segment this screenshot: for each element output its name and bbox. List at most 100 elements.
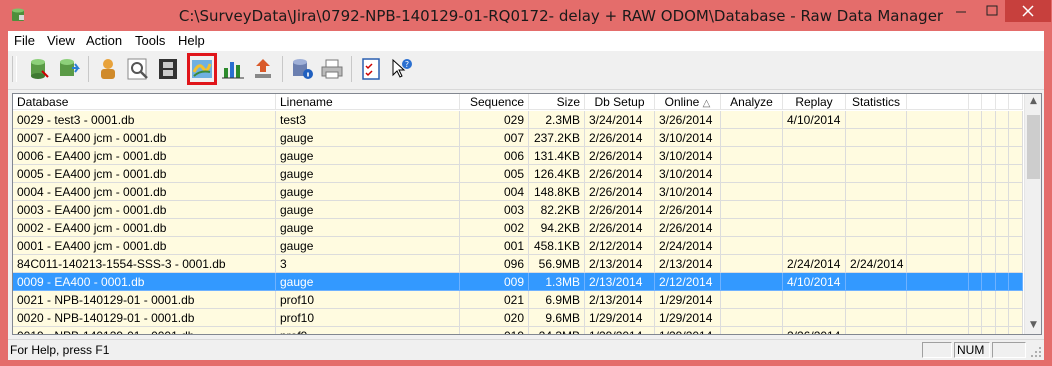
cell-sequence: 009 — [460, 273, 529, 291]
cell-statistics — [846, 147, 907, 165]
cell-blank — [996, 219, 1009, 237]
cell-blank — [907, 309, 969, 327]
cell-blank — [969, 147, 982, 165]
num-lock-indicator: NUM — [954, 342, 990, 358]
printer-icon[interactable] — [319, 56, 345, 82]
column-header-sequence[interactable]: Sequence — [460, 94, 529, 110]
scroll-thumb[interactable] — [1027, 115, 1040, 179]
cell-db-setup: 2/26/2014 — [585, 219, 655, 237]
cell-blank — [982, 111, 996, 129]
cell-analyze — [721, 147, 783, 165]
column-header-statistics[interactable]: Statistics — [846, 94, 907, 110]
cell-blank — [982, 165, 996, 183]
cell-db-setup: 2/26/2014 — [585, 183, 655, 201]
column-header-database[interactable]: Database — [13, 94, 276, 110]
table-row[interactable]: 0019 - NPB-140129-01 - 0001.dbprof901924… — [13, 327, 1023, 334]
toolbar-grip[interactable] — [12, 56, 17, 82]
cell-linename: gauge — [276, 219, 460, 237]
cell-blank — [969, 219, 982, 237]
cell-blank — [969, 183, 982, 201]
cell-blank — [907, 201, 969, 219]
column-header-blank[interactable] — [1009, 94, 1023, 110]
table-row[interactable]: 84C011-140213-1554-SSS-3 - 0001.db 3 096 56… — [13, 255, 1023, 273]
column-header-blank[interactable] — [969, 94, 982, 110]
cell-database: 0004 - EA400 jcm - 0001.db — [13, 183, 276, 201]
minimize-button[interactable] — [943, 0, 979, 22]
column-header-size[interactable]: Size — [529, 94, 585, 110]
status-text: For Help, press F1 — [10, 343, 110, 357]
cell-statistics — [846, 237, 907, 255]
cell-database: 0005 - EA400 jcm - 0001.db — [13, 165, 276, 183]
column-header-blank[interactable] — [996, 94, 1009, 110]
table-row[interactable]: 0003 - EA400 jcm - 0001.db gauge 003 82.2KB… — [13, 201, 1023, 219]
column-header-linename[interactable]: Linename — [276, 94, 460, 110]
cell-size: 126.4KB — [529, 165, 585, 183]
scroll-down-icon[interactable]: ▼ — [1029, 321, 1038, 330]
cell-database: 0001 - EA400 jcm - 0001.db — [13, 237, 276, 255]
cell-blank — [907, 129, 969, 147]
column-header-online[interactable]: Online △ — [655, 94, 721, 110]
cell-size: 131.4KB — [529, 147, 585, 165]
column-header-db-setup[interactable]: Db Setup — [585, 94, 655, 110]
cell-linename: prof10 — [276, 309, 460, 327]
bar-chart-icon[interactable] — [220, 56, 246, 82]
column-header-analyze[interactable]: Analyze — [721, 94, 783, 110]
cell-blank — [1009, 237, 1023, 255]
table-row[interactable]: 0005 - EA400 jcm - 0001.db gauge 005 126.4K… — [13, 165, 1023, 183]
cell-sequence: 006 — [460, 147, 529, 165]
film-icon[interactable] — [155, 56, 181, 82]
table-row[interactable]: 0020 - NPB-140129-01 - 0001.db prof10 020 9… — [13, 309, 1023, 327]
column-header-blank[interactable] — [982, 94, 996, 110]
cell-blank — [1009, 219, 1023, 237]
pointer-help-icon[interactable]: ? — [388, 56, 414, 82]
person-icon[interactable] — [95, 56, 121, 82]
database-green-icon[interactable] — [26, 56, 52, 82]
scroll-up-icon[interactable]: ▲ — [1029, 97, 1038, 106]
cell-sequence: 001 — [460, 237, 529, 255]
database-grid[interactable]: Database Linename Sequence Size Db Setup… — [12, 93, 1042, 335]
menu-tools[interactable]: Tools — [135, 33, 165, 48]
cell-blank — [996, 201, 1009, 219]
cell-size: 237.2KB — [529, 129, 585, 147]
menu-view[interactable]: View — [47, 33, 75, 48]
table-row[interactable]: 0006 - EA400 jcm - 0001.db gauge 006 131.4K… — [13, 147, 1023, 165]
cell-size: 24.3MB — [529, 327, 585, 334]
title-bar[interactable]: C:\SurveyData\Jira\0792-NPB-140129-01-RQ… — [0, 0, 1052, 32]
cell-blank — [982, 147, 996, 165]
table-row[interactable]: 0021 - NPB-140129-01 - 0001.db prof10 021 6… — [13, 291, 1023, 309]
menu-file[interactable]: File — [14, 33, 35, 48]
database-info-icon[interactable] — [289, 56, 315, 82]
cell-blank — [969, 291, 982, 309]
cell-online: 2/12/2014 — [655, 273, 721, 291]
toolbar-separator — [351, 56, 352, 82]
table-row[interactable]: 0001 - EA400 jcm - 0001.db gauge 001 458.1K… — [13, 237, 1023, 255]
table-row[interactable]: 0004 - EA400 jcm - 0001.db gauge 004 148.8K… — [13, 183, 1023, 201]
cell-blank — [907, 219, 969, 237]
cell-online: 3/10/2014 — [655, 147, 721, 165]
stack-arrow-icon[interactable] — [250, 56, 276, 82]
menu-help[interactable]: Help — [178, 33, 205, 48]
cell-blank — [969, 129, 982, 147]
cell-size: 458.1KB — [529, 237, 585, 255]
database-arrow-icon[interactable] — [56, 56, 82, 82]
table-row[interactable]: 0007 - EA400 jcm - 0001.db gauge 007 237.2K… — [13, 129, 1023, 147]
menu-action[interactable]: Action — [86, 33, 122, 48]
cell-blank — [907, 147, 969, 165]
table-row[interactable]: 0029 - test3 - 0001.db test3 029 2.3MB 3/24/… — [13, 111, 1023, 129]
close-button[interactable] — [1005, 0, 1051, 22]
column-header-replay[interactable]: Replay — [783, 94, 846, 110]
cell-blank — [1009, 165, 1023, 183]
cell-analyze — [721, 183, 783, 201]
column-header-blank[interactable] — [907, 94, 969, 110]
cell-db-setup: 2/12/2014 — [585, 237, 655, 255]
vertical-scrollbar[interactable]: ▲ ▼ — [1024, 94, 1041, 334]
cell-online: 2/24/2014 — [655, 237, 721, 255]
table-row[interactable]: 0002 - EA400 jcm - 0001.db gauge 002 94.2KB… — [13, 219, 1023, 237]
checklist-icon[interactable] — [358, 56, 384, 82]
cell-database: 0006 - EA400 jcm - 0001.db — [13, 147, 276, 165]
cell-blank — [982, 237, 996, 255]
resize-grip-icon[interactable] — [1030, 346, 1042, 358]
cell-sequence: 002 — [460, 219, 529, 237]
magnify-icon[interactable] — [125, 56, 151, 82]
table-row[interactable]: 0009 - EA400 - 0001.db gauge 009 1.3MB 2/13/… — [13, 273, 1023, 291]
